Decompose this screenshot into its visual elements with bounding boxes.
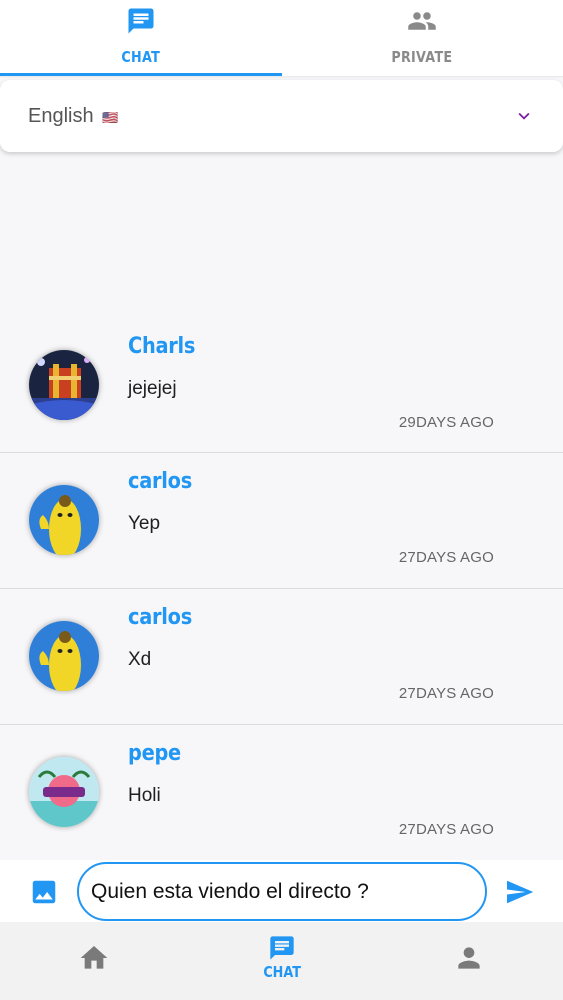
tab-private[interactable]: PRIVATE <box>282 0 563 78</box>
bottom-nav: CHAT <box>0 922 563 1000</box>
person-icon[interactable] <box>453 942 485 974</box>
home-icon[interactable] <box>78 942 110 974</box>
tab-chat[interactable]: CHAT <box>0 0 282 78</box>
banana-character-avatar-image <box>29 621 99 691</box>
message-text: Yep <box>128 513 161 534</box>
message-timestamp: 27DAYS AGO <box>398 685 494 702</box>
message-timestamp: 27DAYS AGO <box>398 549 494 566</box>
message-author[interactable]: pepe <box>128 741 181 766</box>
message-input[interactable] <box>91 879 471 904</box>
tab-chat-label: CHAT <box>121 48 161 66</box>
message-list[interactable]: Charls jejejej 29DAYS AGO carlos Yep 27D… <box>0 318 563 861</box>
message-timestamp: 29DAYS AGO <box>398 414 494 431</box>
image-icon[interactable] <box>29 877 59 907</box>
concert-stage-avatar-image <box>29 350 99 420</box>
message-composer <box>0 860 563 922</box>
chat-bubble-icon <box>270 936 294 960</box>
message-text: jejejej <box>128 378 177 399</box>
tab-private-label: PRIVATE <box>391 48 453 66</box>
chevron-down-icon[interactable] <box>513 105 535 127</box>
message-text: Xd <box>128 649 152 670</box>
language-dropdown[interactable]: English 🇺🇸 <box>0 80 563 152</box>
nav-chat[interactable]: CHAT <box>258 934 306 981</box>
us-flag-icon: 🇺🇸 <box>102 109 119 125</box>
message-item[interactable]: carlos Xd 27DAYS AGO <box>0 589 563 725</box>
message-text: Holi <box>128 785 161 806</box>
chat-bubble-icon <box>128 8 154 34</box>
message-input-wrapper <box>77 862 487 921</box>
avatar[interactable] <box>29 757 99 827</box>
message-author[interactable]: carlos <box>128 605 192 630</box>
tab-bar-shadow <box>0 76 563 78</box>
message-author[interactable]: Charls <box>128 334 195 359</box>
people-icon <box>408 12 436 30</box>
avatar[interactable] <box>29 621 99 691</box>
message-item[interactable]: pepe Holi 27DAYS AGO <box>0 725 563 861</box>
language-selected: English 🇺🇸 <box>28 105 118 128</box>
nav-chat-label: CHAT <box>263 963 301 981</box>
beach-logo-avatar-image <box>29 757 99 827</box>
message-item[interactable]: carlos Yep 27DAYS AGO <box>0 453 563 589</box>
message-timestamp: 27DAYS AGO <box>398 821 494 838</box>
language-label: English <box>28 104 94 127</box>
banana-character-avatar-image <box>29 485 99 555</box>
avatar[interactable] <box>29 485 99 555</box>
avatar[interactable] <box>29 350 99 420</box>
message-author[interactable]: carlos <box>128 469 192 494</box>
top-tab-bar: CHAT PRIVATE <box>0 0 563 78</box>
message-item[interactable]: Charls jejejej 29DAYS AGO <box>0 318 563 453</box>
send-icon[interactable] <box>503 877 536 907</box>
